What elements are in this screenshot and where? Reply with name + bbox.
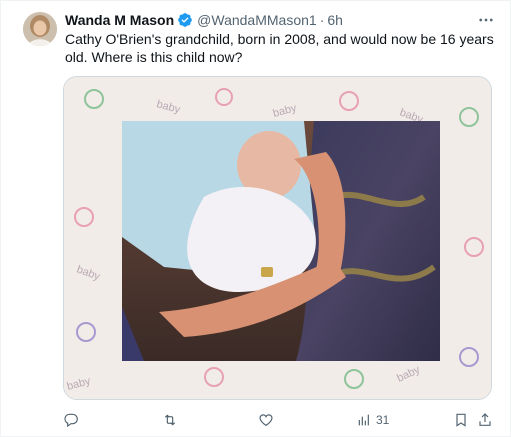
photo-print (122, 121, 440, 361)
views-icon (356, 412, 372, 428)
share-icon (477, 412, 493, 428)
more-options-icon[interactable] (476, 11, 496, 29)
tweet-card[interactable]: Wanda M Mason @WandaMMason1 · 6h Cathy O… (0, 0, 511, 437)
like-icon (258, 412, 274, 428)
tweet-text: Cathy O'Brien's grandchild, born in 2008… (65, 31, 494, 65)
retweet-icon (161, 412, 179, 428)
avatar[interactable] (23, 12, 57, 46)
tweet-actions: 31 (63, 410, 493, 430)
author-handle[interactable]: @WandaMMason1 (197, 12, 317, 28)
tweet-timestamp[interactable]: 6h (327, 12, 343, 28)
views-count: 31 (376, 413, 390, 427)
like-button[interactable] (258, 410, 274, 430)
tweet-header: Wanda M Mason @WandaMMason1 · 6h (65, 10, 343, 30)
bookmark-icon (453, 412, 469, 428)
separator-dot: · (319, 12, 325, 28)
verified-badge-icon (177, 12, 193, 28)
reply-button[interactable] (63, 410, 79, 430)
author-name[interactable]: Wanda M Mason (65, 12, 174, 28)
retweet-button[interactable] (161, 410, 179, 430)
reply-icon (63, 412, 79, 428)
share-button[interactable] (477, 410, 493, 430)
tweet-photo[interactable]: baby baby baby baby baby baby (63, 76, 492, 400)
bookmark-button[interactable] (453, 410, 469, 430)
views-button[interactable]: 31 (356, 410, 389, 430)
